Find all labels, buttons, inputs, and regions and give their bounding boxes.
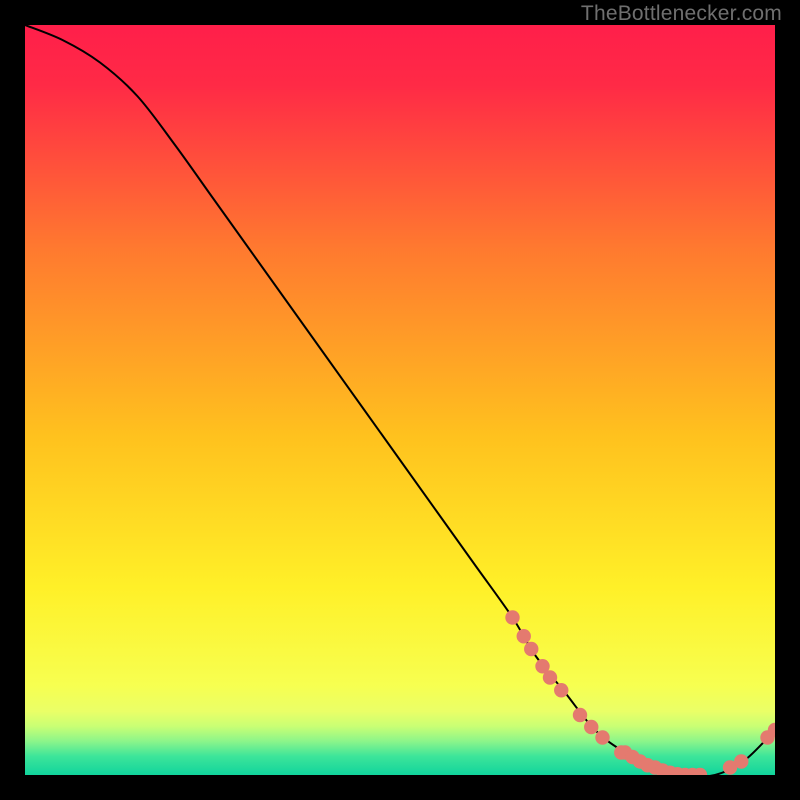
curve-marker <box>595 730 609 744</box>
chart-svg <box>25 25 775 775</box>
gradient-background <box>25 25 775 775</box>
curve-marker <box>524 642 538 656</box>
curve-marker <box>543 670 557 684</box>
attribution-label: TheBottlenecker.com <box>581 2 782 26</box>
curve-marker <box>517 629 531 643</box>
curve-marker <box>554 683 568 697</box>
curve-marker <box>584 720 598 734</box>
curve-marker <box>505 610 519 624</box>
curve-marker <box>573 708 587 722</box>
chart-area <box>25 25 775 775</box>
curve-marker <box>734 754 748 768</box>
